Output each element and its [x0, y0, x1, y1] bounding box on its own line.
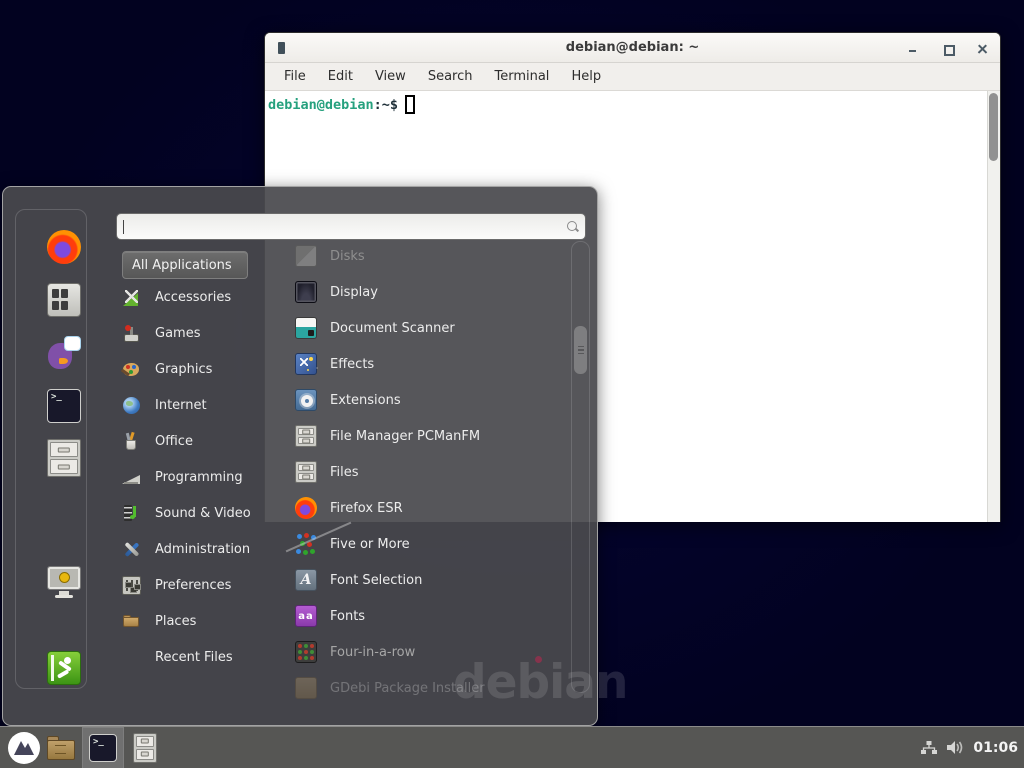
firefox-esr-icon — [295, 497, 317, 519]
favorites-panel: >_ — [15, 209, 87, 689]
start-menu-button[interactable] — [8, 732, 40, 764]
effects-icon — [295, 353, 317, 375]
terminal-window-icon — [278, 42, 285, 54]
document-scanner-icon — [295, 317, 317, 339]
category-places[interactable]: Places — [122, 603, 196, 639]
shell-prompt: debian@debian:~$ — [265, 91, 1000, 114]
app-disks[interactable]: Disks — [281, 238, 567, 274]
category-accessories[interactable]: Accessories — [122, 279, 231, 315]
office-icon — [122, 432, 141, 451]
category-internet[interactable]: Internet — [122, 387, 207, 423]
menu-scrollbar[interactable] — [571, 241, 590, 693]
extensions-icon — [295, 389, 317, 411]
category-graphics[interactable]: Graphics — [122, 351, 212, 387]
category-programming[interactable]: Programming — [122, 459, 243, 495]
pidgin-icon[interactable] — [47, 336, 81, 370]
debian-swirl-dot — [535, 656, 542, 663]
internet-icon — [122, 396, 141, 415]
taskbar-files-launcher[interactable] — [124, 727, 166, 768]
search-input[interactable] — [123, 220, 566, 234]
programming-icon — [122, 468, 141, 487]
app-five-or-more[interactable]: Five or More — [281, 526, 567, 562]
app-display[interactable]: Display — [281, 274, 567, 310]
debian-watermark: debian — [453, 655, 627, 710]
menu-terminal[interactable]: Terminal — [485, 66, 558, 87]
file-manager-icon — [295, 425, 317, 447]
terminal-titlebar[interactable]: debian@debian: ~ — [265, 33, 1000, 63]
app-effects[interactable]: Effects — [281, 346, 567, 382]
sound-video-icon — [122, 504, 141, 523]
terminal-launcher-icon[interactable]: >_ — [47, 389, 81, 423]
start-menu-logo-icon — [8, 732, 40, 764]
taskbar: >_ 01:06 — [0, 726, 1024, 768]
app-file-manager-pcmanfm[interactable]: File Manager PCManFM — [281, 418, 567, 454]
taskbar-terminal-active[interactable]: >_ — [82, 727, 124, 768]
menu-edit[interactable]: Edit — [319, 66, 362, 87]
files-icon[interactable] — [47, 439, 81, 477]
prompt-user-host: debian@debian — [268, 97, 374, 113]
administration-icon — [122, 540, 141, 559]
disks-icon — [295, 245, 317, 267]
volume-icon[interactable] — [946, 739, 965, 756]
app-document-scanner[interactable]: Document Scanner — [281, 310, 567, 346]
mixer-icon[interactable] — [47, 283, 81, 317]
folder-icon — [47, 736, 75, 760]
fonts-icon: aa — [295, 605, 317, 627]
category-games[interactable]: Games — [122, 315, 200, 351]
gdebi-icon — [295, 677, 317, 699]
search-icon — [566, 220, 579, 233]
logout-icon[interactable] — [47, 651, 81, 685]
games-icon — [122, 324, 141, 343]
menu-file[interactable]: File — [275, 66, 315, 87]
menu-scrollbar-thumb[interactable] — [574, 326, 587, 374]
category-all-applications[interactable]: All Applications — [122, 251, 248, 279]
lock-screen-icon[interactable] — [47, 565, 81, 599]
preferences-icon — [122, 576, 141, 595]
menu-view[interactable]: View — [366, 66, 415, 87]
file-cabinet-icon — [133, 733, 157, 763]
search-box[interactable] — [116, 213, 586, 240]
accessories-icon — [122, 288, 141, 307]
app-fonts[interactable]: aa Fonts — [281, 598, 567, 634]
graphics-icon — [122, 360, 141, 379]
minimize-button[interactable] — [907, 43, 918, 54]
display-icon — [295, 281, 317, 303]
category-office[interactable]: Office — [122, 423, 193, 459]
app-firefox-esr[interactable]: Firefox ESR — [281, 490, 567, 526]
network-icon[interactable] — [920, 740, 938, 756]
taskbar-file-manager-launcher[interactable] — [40, 727, 82, 768]
terminal-scrollbar-thumb[interactable] — [989, 93, 998, 161]
desktop-background: debian@debian: ~ File Edit View Search T… — [0, 0, 1024, 768]
category-preferences[interactable]: Preferences — [122, 567, 231, 603]
app-extensions[interactable]: Extensions — [281, 382, 567, 418]
taskbar-clock[interactable]: 01:06 — [973, 740, 1018, 756]
category-administration[interactable]: Administration — [122, 531, 250, 567]
application-menu: >_ All Applications Accessories — [2, 186, 598, 726]
close-button[interactable] — [977, 43, 988, 54]
terminal-menubar: File Edit View Search Terminal Help — [265, 63, 1000, 91]
category-recent-files[interactable]: Recent Files — [122, 639, 233, 675]
system-tray: 01:06 — [920, 739, 1024, 756]
app-font-selection[interactable]: A Font Selection — [281, 562, 567, 598]
app-files[interactable]: Files — [281, 454, 567, 490]
terminal-window-title: debian@debian: ~ — [566, 40, 699, 55]
terminal-task-icon: >_ — [89, 734, 117, 762]
font-selection-icon: A — [295, 569, 317, 591]
menu-search[interactable]: Search — [419, 66, 482, 87]
four-in-a-row-icon — [295, 641, 317, 663]
maximize-button[interactable] — [942, 43, 953, 54]
text-cursor — [405, 95, 415, 114]
files-app-icon — [295, 461, 317, 483]
terminal-scrollbar[interactable] — [987, 91, 1000, 522]
places-icon — [122, 612, 141, 631]
firefox-icon[interactable] — [47, 230, 81, 264]
category-sound-video[interactable]: Sound & Video — [122, 495, 251, 531]
menu-help[interactable]: Help — [562, 66, 610, 87]
categories-panel: All Applications Accessories Games Graph… — [122, 251, 282, 279]
prompt-path: :~$ — [374, 97, 398, 113]
